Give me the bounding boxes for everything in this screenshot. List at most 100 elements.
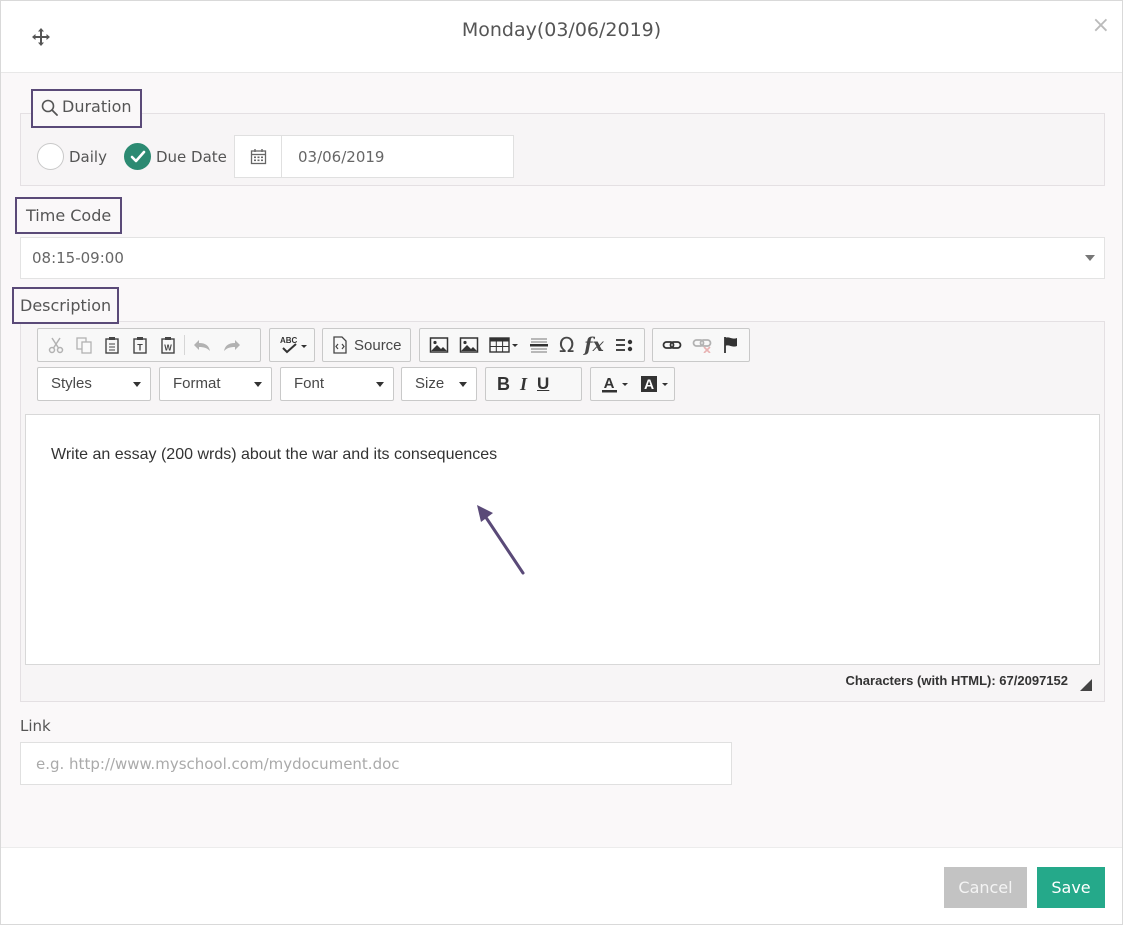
- cut-button[interactable]: [42, 331, 70, 359]
- paste-button[interactable]: [98, 331, 126, 359]
- chevron-down-icon: [254, 382, 262, 387]
- image-icon: [429, 337, 449, 353]
- copy-button[interactable]: [70, 331, 98, 359]
- bold-icon: B: [497, 373, 510, 394]
- styles-combo-label: Styles: [51, 375, 92, 392]
- chevron-down-icon: [376, 382, 384, 387]
- description-editor[interactable]: Write an essay (200 wrds) about the war …: [25, 414, 1100, 665]
- link-input[interactable]: [20, 742, 732, 785]
- underline-button[interactable]: U: [532, 370, 554, 398]
- link-icon: [662, 341, 682, 349]
- list-icon: [615, 339, 633, 352]
- insert-toolbar-group: Ω fx: [419, 328, 645, 362]
- text-color-button[interactable]: A: [595, 370, 635, 398]
- annotation-arrow-icon: [477, 505, 525, 575]
- spellcheck-icon: ABC: [280, 336, 307, 354]
- link-label: Link: [20, 717, 51, 735]
- description-label: Description: [12, 287, 120, 324]
- chevron-down-icon: [1085, 255, 1095, 261]
- daily-radio[interactable]: Daily: [37, 143, 107, 170]
- dialog-header: Monday(03/06/2019) ×: [1, 1, 1122, 73]
- description-label-text: Description: [20, 296, 112, 315]
- horizontal-rule-button[interactable]: [524, 331, 554, 359]
- duration-label-text: Duration: [62, 97, 132, 116]
- svg-text:W: W: [164, 344, 172, 353]
- size-combo[interactable]: Size: [401, 367, 477, 401]
- background-color-icon: A: [641, 376, 668, 392]
- search-icon: [41, 99, 58, 116]
- check-icon: [130, 150, 145, 162]
- formula-button[interactable]: fx: [579, 331, 609, 359]
- font-combo[interactable]: Font: [280, 367, 394, 401]
- undo-button[interactable]: [187, 331, 217, 359]
- paste-text-button[interactable]: T: [126, 331, 154, 359]
- format-combo[interactable]: Format: [159, 367, 272, 401]
- special-char-button[interactable]: Ω: [554, 331, 579, 359]
- copy-icon: [76, 337, 92, 354]
- calendar-event-dialog: Monday(03/06/2019) × Duration Daily Due …: [0, 0, 1123, 925]
- horizontal-rule-icon: [530, 338, 548, 353]
- redo-icon: [224, 340, 240, 351]
- clipboard-toolbar-group: T W: [37, 328, 261, 362]
- calendar-icon: [250, 149, 266, 165]
- due-date-radio[interactable]: Due Date: [124, 143, 227, 170]
- due-date-radio-label: Due Date: [156, 147, 227, 166]
- time-code-label: Time Code: [15, 197, 123, 234]
- bold-button[interactable]: B: [492, 370, 515, 398]
- flag-icon: [724, 337, 737, 353]
- daily-radio-circle[interactable]: [37, 143, 64, 170]
- table-button[interactable]: [484, 331, 524, 359]
- svg-text:T: T: [137, 343, 143, 353]
- color-toolbar-group: A A: [590, 367, 675, 401]
- format-combo-label: Format: [173, 375, 221, 392]
- table-icon: [489, 337, 518, 353]
- redo-button[interactable]: [217, 331, 247, 359]
- underline-icon: U: [537, 374, 550, 393]
- paste-word-button[interactable]: W: [154, 331, 182, 359]
- background-color-button[interactable]: A: [635, 370, 675, 398]
- resize-handle-icon[interactable]: [1080, 679, 1092, 691]
- due-date-input[interactable]: [282, 136, 513, 177]
- source-toolbar-group: Source: [322, 328, 411, 362]
- unlink-button[interactable]: [687, 331, 717, 359]
- scissors-icon: [48, 337, 64, 354]
- time-code-select[interactable]: 08:15-09:00: [20, 237, 1105, 279]
- due-date-radio-circle[interactable]: [124, 143, 151, 170]
- spellcheck-toolbar-group: ABC: [269, 328, 315, 362]
- link-button[interactable]: [657, 331, 687, 359]
- daily-radio-label: Daily: [69, 147, 107, 166]
- italic-icon: I: [520, 373, 528, 394]
- clipboard-icon: [105, 337, 119, 354]
- svg-text:A: A: [604, 375, 615, 392]
- source-button[interactable]: Source: [327, 331, 407, 359]
- cancel-button[interactable]: Cancel: [944, 867, 1027, 908]
- character-count: Characters (with HTML): 67/2097152: [845, 673, 1068, 688]
- text-color-icon: A: [602, 375, 628, 393]
- font-combo-label: Font: [294, 375, 325, 392]
- italic-button[interactable]: I: [515, 370, 532, 398]
- anchor-button[interactable]: [717, 331, 745, 359]
- source-code-icon: [333, 336, 347, 354]
- paste-word-icon: W: [161, 337, 175, 354]
- image-icon: [459, 337, 479, 353]
- description-content[interactable]: Write an essay (200 wrds) about the war …: [51, 446, 497, 464]
- paste-text-icon: T: [133, 337, 147, 354]
- size-combo-label: Size: [415, 375, 445, 392]
- formula-icon: fx: [584, 334, 604, 356]
- calendar-button[interactable]: [235, 136, 282, 177]
- chevron-down-icon: [133, 382, 141, 387]
- unlink-icon: [692, 339, 712, 353]
- spellcheck-button[interactable]: ABC: [274, 331, 314, 359]
- undo-icon: [194, 340, 210, 351]
- due-date-picker[interactable]: [234, 135, 514, 178]
- close-button[interactable]: ×: [1092, 15, 1110, 37]
- basic-style-toolbar-group: B I U: [485, 367, 582, 401]
- image-button[interactable]: [424, 331, 454, 359]
- save-button[interactable]: Save: [1037, 867, 1105, 908]
- list-button[interactable]: [609, 331, 639, 359]
- toolbar-separator: [184, 335, 185, 355]
- dialog-title: Monday(03/06/2019): [461, 19, 662, 41]
- styles-combo[interactable]: Styles: [37, 367, 151, 401]
- time-code-label-text: Time Code: [26, 206, 112, 225]
- image2-button[interactable]: [454, 331, 484, 359]
